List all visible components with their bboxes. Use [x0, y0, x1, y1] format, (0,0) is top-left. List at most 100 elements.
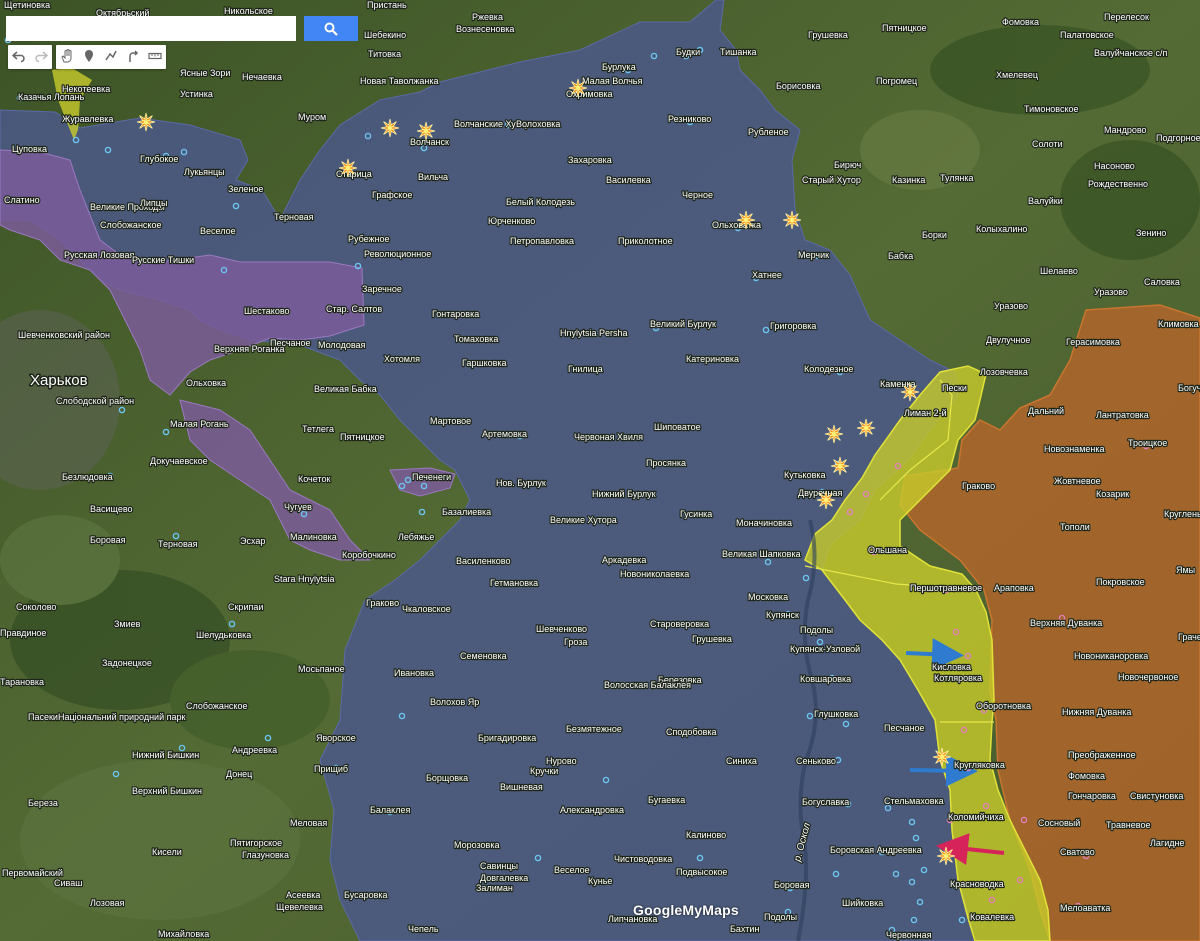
- place-label: Мандрово: [1104, 125, 1147, 135]
- place-label: Слобожанское: [100, 220, 161, 230]
- place-label: Богуславка: [802, 797, 849, 807]
- explosion-icon[interactable]: [856, 418, 876, 438]
- place-label: Травневое: [1106, 820, 1150, 830]
- place-label: Гонтаровка: [432, 309, 479, 319]
- place-label: Нечаевка: [242, 72, 282, 82]
- place-label: Волохов Яр: [430, 697, 479, 707]
- place-label: Зеленое: [228, 184, 263, 194]
- undo-button[interactable]: [8, 45, 30, 67]
- place-label: Захаровка: [568, 155, 612, 165]
- place-label: Урaзово: [994, 301, 1028, 311]
- place-label: Александровка: [560, 805, 624, 815]
- place-label: Юрченково: [488, 216, 535, 226]
- place-label: Двуречная: [798, 488, 842, 498]
- explosion-icon[interactable]: [338, 158, 358, 178]
- place-label: Кочеток: [298, 474, 330, 484]
- place-label: Ямы: [1176, 565, 1195, 575]
- place-label: Глазуновка: [242, 850, 289, 860]
- place-label: Тишанка: [720, 47, 756, 57]
- marker-tool-button[interactable]: [78, 45, 100, 67]
- explosion-icon[interactable]: [824, 424, 844, 444]
- place-label: Шелаево: [1040, 266, 1078, 276]
- place-label: Веселое: [554, 865, 590, 875]
- google-mymaps-watermark: GoogleMyMaps: [633, 902, 739, 918]
- place-label: Пристань: [367, 0, 407, 10]
- measure-button[interactable]: [144, 45, 166, 67]
- place-label: Коробочкино: [342, 550, 396, 560]
- explosion-icon[interactable]: [736, 210, 756, 230]
- place-label: Шиповатое: [654, 422, 701, 432]
- place-label: Пятницкое: [882, 23, 927, 33]
- place-label: Слобожанское: [186, 701, 247, 711]
- place-label: Правдиное: [0, 628, 46, 638]
- place-label: Вишневая: [500, 782, 543, 792]
- place-label: Куньe: [588, 876, 612, 886]
- place-label: Веселое: [200, 226, 236, 236]
- draw-line-button[interactable]: [100, 45, 122, 67]
- place-label: Гнилица: [568, 364, 603, 374]
- explosion-icon[interactable]: [816, 490, 836, 510]
- place-label: Васищево: [90, 504, 133, 514]
- place-label: Рубленое: [748, 127, 789, 137]
- place-label: Волосская Балаклея: [604, 680, 691, 690]
- place-label: Стар. Салтов: [326, 304, 382, 314]
- explosion-icon[interactable]: [380, 118, 400, 138]
- place-label: Фомовка: [1002, 17, 1039, 27]
- place-label: Казинка: [892, 175, 925, 185]
- place-label: Чистоводовка: [614, 854, 672, 864]
- place-label: Муром: [298, 112, 326, 122]
- history-group: [8, 45, 52, 69]
- directions-button[interactable]: [122, 45, 144, 67]
- explosion-icon[interactable]: [900, 382, 920, 402]
- explosion-icon[interactable]: [782, 210, 802, 230]
- search-button[interactable]: [304, 16, 358, 41]
- place-label: Граково: [962, 481, 995, 491]
- hand-tool-button[interactable]: [56, 45, 78, 67]
- place-label: Ясные Зори: [180, 68, 230, 78]
- place-label: Графское: [372, 190, 412, 200]
- place-label: Боровая: [774, 880, 810, 890]
- place-label: Свистуновка: [1130, 791, 1183, 801]
- place-label: Хатнее: [752, 270, 782, 280]
- place-label: Перелесок: [1104, 12, 1149, 22]
- tools-group: [56, 45, 166, 69]
- place-label: Нов. Бурлук: [496, 478, 546, 488]
- search-input[interactable]: [6, 16, 296, 41]
- place-label: Верхний Бишкин: [132, 786, 202, 796]
- place-label: Лозовчевка: [980, 367, 1028, 377]
- place-label: Терновая: [158, 539, 198, 549]
- place-label: Песчаное: [884, 723, 925, 733]
- place-label: Великая Бабка: [314, 384, 377, 394]
- place-label: Черное: [682, 190, 713, 200]
- place-label: Ковшаровка: [800, 674, 851, 684]
- place-label: Шестаково: [244, 306, 290, 316]
- place-label: Борисовка: [776, 81, 820, 91]
- place-label: Насоново: [1094, 161, 1135, 171]
- explosion-icon[interactable]: [136, 112, 156, 132]
- map-canvas[interactable]: р. Оскол ЩетиновкаОктябрьскийПристаньНик…: [0, 0, 1200, 941]
- place-label: Василенково: [456, 556, 511, 566]
- place-label: Асеевка: [286, 890, 320, 900]
- place-label: Кисели: [152, 847, 182, 857]
- search-bar: [6, 16, 358, 41]
- explosion-icon[interactable]: [568, 78, 588, 98]
- redo-button[interactable]: [30, 45, 52, 67]
- place-label: Молодовая: [318, 340, 366, 350]
- explosion-icon[interactable]: [932, 747, 952, 767]
- explosion-icon[interactable]: [936, 846, 956, 866]
- place-label: Петропавловка: [510, 236, 574, 246]
- place-label: Ивановка: [394, 668, 434, 678]
- explosion-icon[interactable]: [830, 456, 850, 476]
- explosion-icon[interactable]: [416, 121, 436, 141]
- place-label: Староверовка: [650, 619, 709, 629]
- place-label: Великая Шапковка: [722, 549, 801, 559]
- place-label: Пятницкое: [340, 432, 385, 442]
- place-label: Подгорное: [1156, 133, 1200, 143]
- place-label: Донец: [226, 769, 252, 779]
- place-label: Тополи: [1060, 522, 1090, 532]
- place-label: Бугаевка: [648, 795, 685, 805]
- place-label: Просянка: [646, 458, 686, 468]
- place-label: Безлюдовка: [62, 472, 113, 482]
- place-label: Терновая: [274, 212, 314, 222]
- place-label: Кругляковка: [954, 760, 1005, 770]
